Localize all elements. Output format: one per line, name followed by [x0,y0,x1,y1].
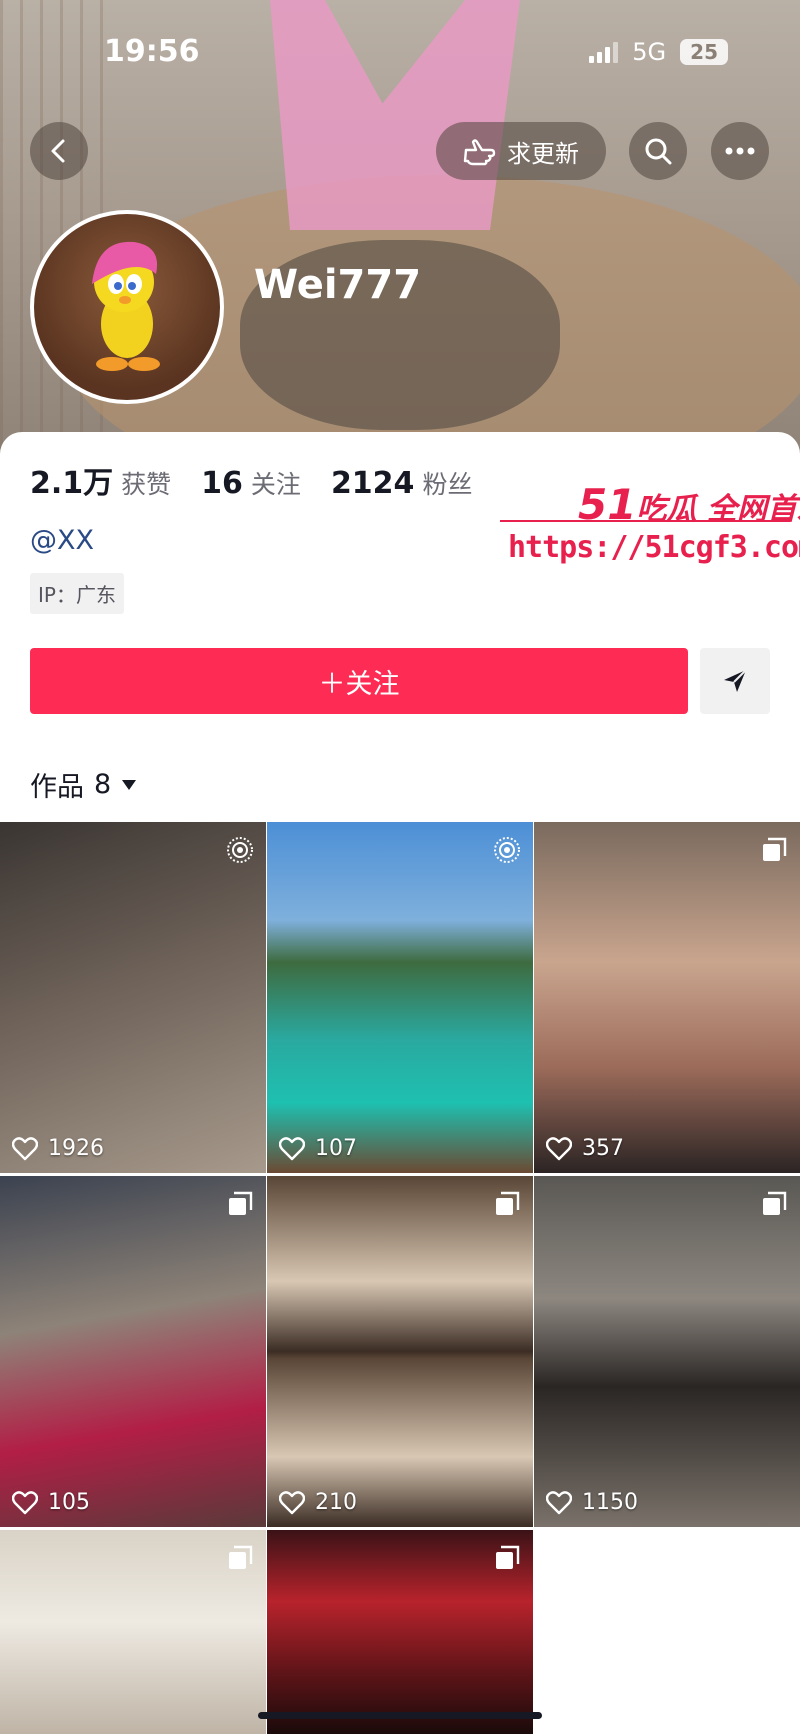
pointing-hand-icon [463,139,496,166]
image-set-icon [763,1191,787,1215]
follow-button[interactable]: ＋关注 [30,648,688,714]
tab-works-count: 8 [94,769,112,800]
watermark-line [500,520,790,522]
back-button[interactable] [30,122,88,180]
live-photo-icon [227,837,253,863]
post-likes: 1926 [12,1136,104,1161]
network-type: 5G [632,38,667,66]
stat-value: 2124 [330,466,415,501]
stat-followers[interactable]: 2124 粉丝 [331,465,473,501]
post-likes: 105 [12,1490,90,1515]
heart-icon [279,1136,305,1160]
stat-likes[interactable]: 2.1万 获赞 [30,458,171,502]
request-update-button[interactable]: 求更新 [436,122,606,180]
heart-icon [546,1490,572,1514]
stat-label: 关注 [250,470,301,499]
stat-following[interactable]: 16 关注 [201,465,301,501]
user-handle[interactable]: @XX [30,525,94,556]
battery-icon: 25 [680,39,728,65]
watermark: 51吃瓜 全网首发 https://51cgf3.com [500,480,800,570]
post-tile[interactable] [0,1530,266,1734]
post-tile[interactable]: 1926 [0,822,266,1173]
stat-value: 2.1万 [30,466,114,501]
watermark-url: https://51cgf3.com [508,530,800,565]
username: Wei777 [254,262,422,308]
post-tile[interactable]: 1150 [534,1176,800,1527]
signal-icon [589,41,619,63]
post-likes: 357 [546,1136,624,1161]
home-indicator[interactable] [258,1712,542,1719]
post-likes: 210 [279,1490,357,1515]
send-icon [724,669,747,692]
heart-icon [12,1136,38,1160]
post-likes: 1150 [546,1490,638,1515]
search-icon [645,138,672,165]
profile-stats: 2.1万 获赞 16 关注 2124 粉丝 [30,458,472,502]
avatar-illustration [92,241,160,371]
status-time: 19:56 [104,34,200,69]
status-indicators: 5G 25 [589,38,728,66]
request-update-label: 求更新 [507,139,579,168]
post-tile[interactable] [267,1530,533,1734]
stat-label: 获赞 [121,470,172,499]
post-tile[interactable]: 105 [0,1176,266,1527]
post-likes: 107 [279,1136,357,1161]
post-tile[interactable]: 210 [267,1176,533,1527]
back-icon [51,139,65,163]
post-tile[interactable]: 357 [534,822,800,1173]
tab-works-label: 作品 [30,772,84,803]
stat-label: 粉丝 [422,470,473,499]
image-set-icon [229,1191,253,1215]
heart-icon [279,1490,305,1514]
heart-icon [12,1490,38,1514]
image-set-icon [496,1545,520,1569]
image-set-icon [229,1545,253,1569]
image-set-icon [763,837,787,861]
tab-works[interactable]: 作品 8 [30,765,137,804]
heart-icon [546,1136,572,1160]
caret-down-icon [122,779,137,790]
share-button[interactable] [700,648,770,714]
ip-location-tag: IP：广东 [30,573,124,614]
avatar[interactable] [30,210,224,404]
stat-value: 16 [201,466,243,501]
image-set-icon [496,1191,520,1215]
live-photo-icon [494,837,520,863]
post-tile[interactable]: 107 [267,822,533,1173]
more-button[interactable] [711,122,769,180]
search-button[interactable] [629,122,687,180]
more-icon [725,147,755,155]
cover-shape [270,0,520,230]
